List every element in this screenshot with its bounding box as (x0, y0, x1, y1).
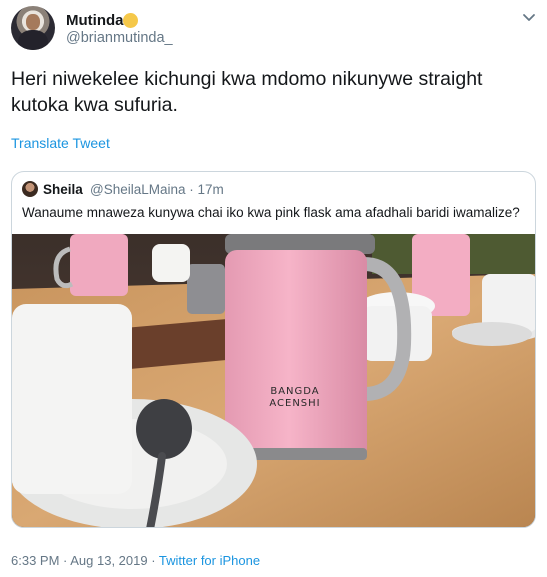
quoted-photo[interactable]: BANGDA ACENSHI (12, 234, 536, 528)
photo-sugar-pot (187, 264, 225, 314)
chevron-down-icon[interactable] (522, 12, 536, 24)
quoted-author-name: Sheila (43, 182, 83, 197)
photo-right-saucer (452, 322, 532, 346)
quoted-author-meta: @SheilaLMaina · 17m (90, 182, 224, 197)
quoted-author-avatar (22, 181, 38, 197)
photo-spoon-head (136, 399, 192, 459)
tweet-source-link[interactable]: Twitter for iPhone (159, 553, 260, 568)
photo-back-mug-left (70, 234, 128, 296)
tweet-text: Heri niwekelee kichungi kwa mdomo nikuny… (11, 68, 483, 116)
quoted-tweet[interactable]: Sheila @SheilaLMaina · 17m Wanaume mnawe… (11, 171, 536, 528)
translate-tweet-link[interactable]: Translate Tweet (11, 135, 110, 151)
author-handle[interactable]: @brianmutinda_ (66, 30, 173, 46)
tweet-timestamp[interactable]: 6:33 PM · Aug 13, 2019 · (11, 553, 159, 568)
avatar-face (26, 14, 40, 30)
quoted-tweet-text: Wanaume mnaweza kunywa chai iko kwa pink… (22, 205, 520, 220)
author-display-name[interactable]: Mutinda (66, 12, 124, 29)
photo-flask-brand-line2: ACENSHI (269, 398, 320, 409)
author-avatar[interactable] (11, 6, 55, 50)
photo-flask-body (225, 250, 367, 460)
tweet-footer: 6:33 PM · Aug 13, 2019 · Twitter for iPh… (11, 553, 260, 568)
avatar-body (18, 30, 48, 50)
sun-emoji-icon (123, 13, 138, 28)
photo-flask-brand-line1: BANGDA (270, 386, 319, 397)
tweet-card: Mutinda @brianmutinda_ Heri niwekelee ki… (0, 0, 547, 577)
photo-front-cup (12, 304, 132, 494)
photo-back-cup (152, 244, 190, 282)
